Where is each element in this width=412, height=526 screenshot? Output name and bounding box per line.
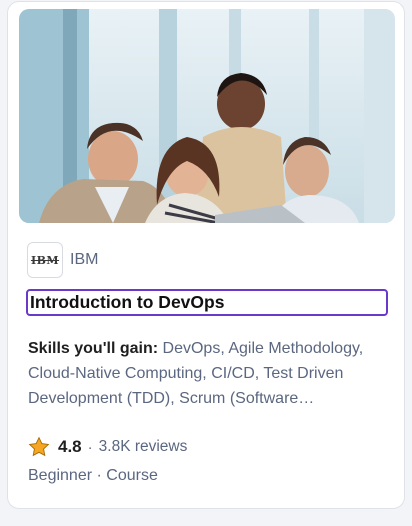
star-icon (28, 436, 50, 457)
course-type: Course (106, 467, 158, 484)
course-thumbnail (19, 9, 395, 223)
ibm-logo: IBM (27, 242, 63, 278)
course-level: Beginner (28, 467, 93, 484)
rating-row: 4.8 · 3.8K reviews (28, 434, 187, 460)
review-count: 3.8K reviews (98, 438, 188, 455)
rating-separator: · (87, 438, 93, 456)
rating-value: 4.8 (58, 437, 82, 456)
skills-label: Skills you'll gain: (28, 340, 159, 357)
course-title-link[interactable]: Introduction to DevOps (26, 289, 388, 316)
partner-info: IBM IBM (27, 241, 98, 279)
course-meta: Beginner · Course (28, 467, 158, 485)
skills-section: Skills you'll gain: DevOps, Agile Method… (28, 336, 390, 411)
ibm-logo-text: IBM (30, 253, 60, 267)
meta-separator: · (92, 467, 107, 484)
course-card[interactable]: IBM IBM Introduction to DevOps Skills yo… (7, 1, 405, 509)
partner-name: IBM (70, 251, 99, 268)
